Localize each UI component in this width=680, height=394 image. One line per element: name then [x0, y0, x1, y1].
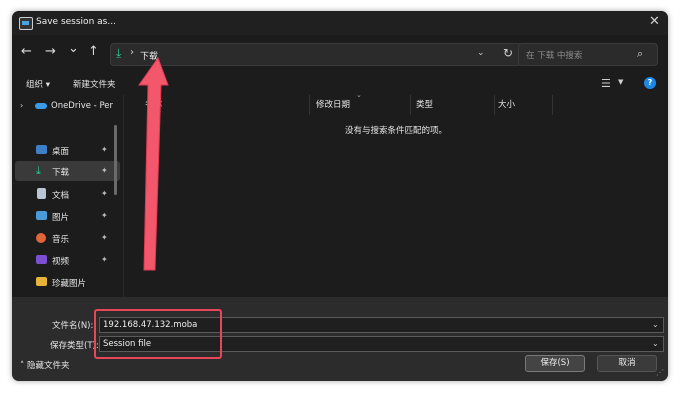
chevron-down-icon[interactable]: ⌄ — [652, 320, 659, 329]
sidebar-item-label: 图片 — [52, 213, 70, 223]
recent-icon[interactable]: ⌄ — [68, 41, 79, 56]
close-icon[interactable]: ✕ — [649, 14, 660, 29]
breadcrumb-chevron-icon: › — [130, 47, 134, 58]
sidebar-item-label: 音乐 — [52, 235, 70, 245]
sidebar-item-videos[interactable]: 视频 ✦ — [15, 250, 120, 270]
title-bar: Save session as... ✕ — [12, 11, 668, 35]
navigation-bar: ← → ⌄ ↑ ⤓ › 下载 ⌄ ↻ 在 下载 中搜索 ⌕ — [12, 35, 668, 73]
videos-icon — [36, 255, 47, 264]
download-icon: ⤓ — [116, 46, 122, 60]
column-divider — [410, 95, 411, 115]
sort-chevron-icon: ⌄ — [356, 91, 362, 99]
back-icon[interactable]: ← — [21, 44, 32, 59]
refresh-icon[interactable]: ↻ — [503, 46, 513, 60]
save-form: 文件名(N): 192.168.47.132.moba ⌄ 保存类型(T): S… — [12, 297, 668, 381]
document-icon — [37, 188, 46, 199]
sidebar-item-music[interactable]: 音乐 ✦ — [15, 228, 120, 248]
sidebar-item-pictures[interactable]: 图片 ✦ — [15, 206, 120, 226]
sidebar-item-label: 视频 — [52, 257, 70, 267]
filetype-label: 保存类型(T): — [50, 341, 99, 351]
column-header-modified[interactable]: 修改日期 — [316, 98, 350, 110]
column-header-name[interactable]: 名称 — [145, 98, 162, 110]
desktop-icon — [36, 145, 47, 154]
sidebar-scrollbar[interactable] — [114, 125, 117, 195]
sidebar-item-label: 文档 — [52, 191, 70, 201]
resize-grip-icon[interactable]: ⋰ — [656, 368, 664, 377]
download-icon: ⤓ — [36, 164, 41, 177]
onedrive-icon — [35, 103, 47, 109]
folder-icon — [36, 277, 47, 286]
pin-icon[interactable]: ✦ — [101, 145, 108, 154]
cancel-button[interactable]: 取消 — [597, 355, 657, 372]
chevron-up-icon: ˄ — [20, 361, 25, 371]
pin-icon[interactable]: ✦ — [101, 166, 108, 175]
sidebar-item-label: 下载 — [52, 168, 70, 178]
forward-icon[interactable]: → — [45, 44, 56, 59]
command-bar: 组织 ▾ 新建文件夹 ☰ ▼ ? — [12, 73, 668, 95]
chevron-down-icon[interactable]: ▼ — [618, 78, 623, 86]
highlight-box — [94, 309, 222, 359]
sidebar-item-documents[interactable]: 文档 ✦ — [15, 184, 120, 204]
sidebar-item-downloads[interactable]: ⤓ 下载 ✦ — [15, 161, 120, 181]
empty-state-message: 没有与搜索条件匹配的项。 — [345, 126, 448, 136]
view-icon[interactable]: ☰ — [601, 77, 611, 90]
chevron-down-icon[interactable]: ⌄ — [652, 339, 659, 348]
new-folder-button[interactable]: 新建文件夹 — [73, 78, 116, 90]
pin-icon[interactable]: ✦ — [101, 189, 108, 198]
sidebar-item-label: 珍藏图片 — [52, 279, 87, 289]
column-divider — [494, 95, 495, 115]
save-dialog: Save session as... ✕ ← → ⌄ ↑ ⤓ › 下载 ⌄ ↻ … — [12, 11, 668, 381]
app-icon — [19, 17, 33, 30]
sidebar-item-favorites-pictures[interactable]: 珍藏图片 — [15, 272, 120, 292]
hide-folders-label: 隐藏文件夹 — [26, 361, 70, 371]
sidebar-item-label: 桌面 — [52, 147, 70, 157]
chevron-down-icon[interactable]: ⌄ — [477, 48, 485, 58]
column-divider — [309, 95, 310, 115]
organize-button[interactable]: 组织 ▾ — [26, 78, 50, 90]
search-input[interactable]: 在 下载 中搜索 ⌕ — [518, 43, 658, 66]
save-button[interactable]: 保存(S) — [525, 355, 585, 372]
sidebar-item-desktop[interactable]: 桌面 ✦ — [15, 140, 120, 160]
filename-label: 文件名(N): — [52, 321, 94, 331]
pin-icon[interactable]: ✦ — [101, 211, 108, 220]
pin-icon[interactable]: ✦ — [101, 233, 108, 242]
pictures-icon — [36, 211, 47, 220]
column-header-size[interactable]: 大小 — [498, 98, 515, 110]
search-icon[interactable]: ⌕ — [637, 47, 643, 61]
pin-icon[interactable]: ✦ — [101, 255, 108, 264]
window-title: Save session as... — [36, 17, 116, 27]
navigation-pane: › OneDrive - Per 桌面 ✦ ⤓ 下载 ✦ 文档 ✦ 图片 ✦ 音… — [12, 95, 122, 297]
search-placeholder: 在 下载 中搜索 — [526, 51, 583, 61]
column-divider — [552, 95, 553, 115]
sidebar-item-label: OneDrive - Per — [51, 101, 113, 111]
address-bar[interactable]: ⤓ › 下载 ⌄ ↻ — [110, 43, 522, 66]
hide-folders-toggle[interactable]: ˄ 隐藏文件夹 — [20, 359, 69, 371]
sidebar-item-onedrive[interactable]: › OneDrive - Per — [15, 96, 120, 116]
up-icon[interactable]: ↑ — [88, 44, 99, 59]
help-icon[interactable]: ? — [644, 77, 656, 89]
breadcrumb[interactable]: 下载 — [140, 49, 158, 62]
expand-chevron-icon[interactable]: › — [20, 101, 23, 110]
column-header-type[interactable]: 类型 — [416, 98, 433, 110]
pane-divider — [123, 95, 124, 297]
music-icon — [36, 233, 46, 243]
